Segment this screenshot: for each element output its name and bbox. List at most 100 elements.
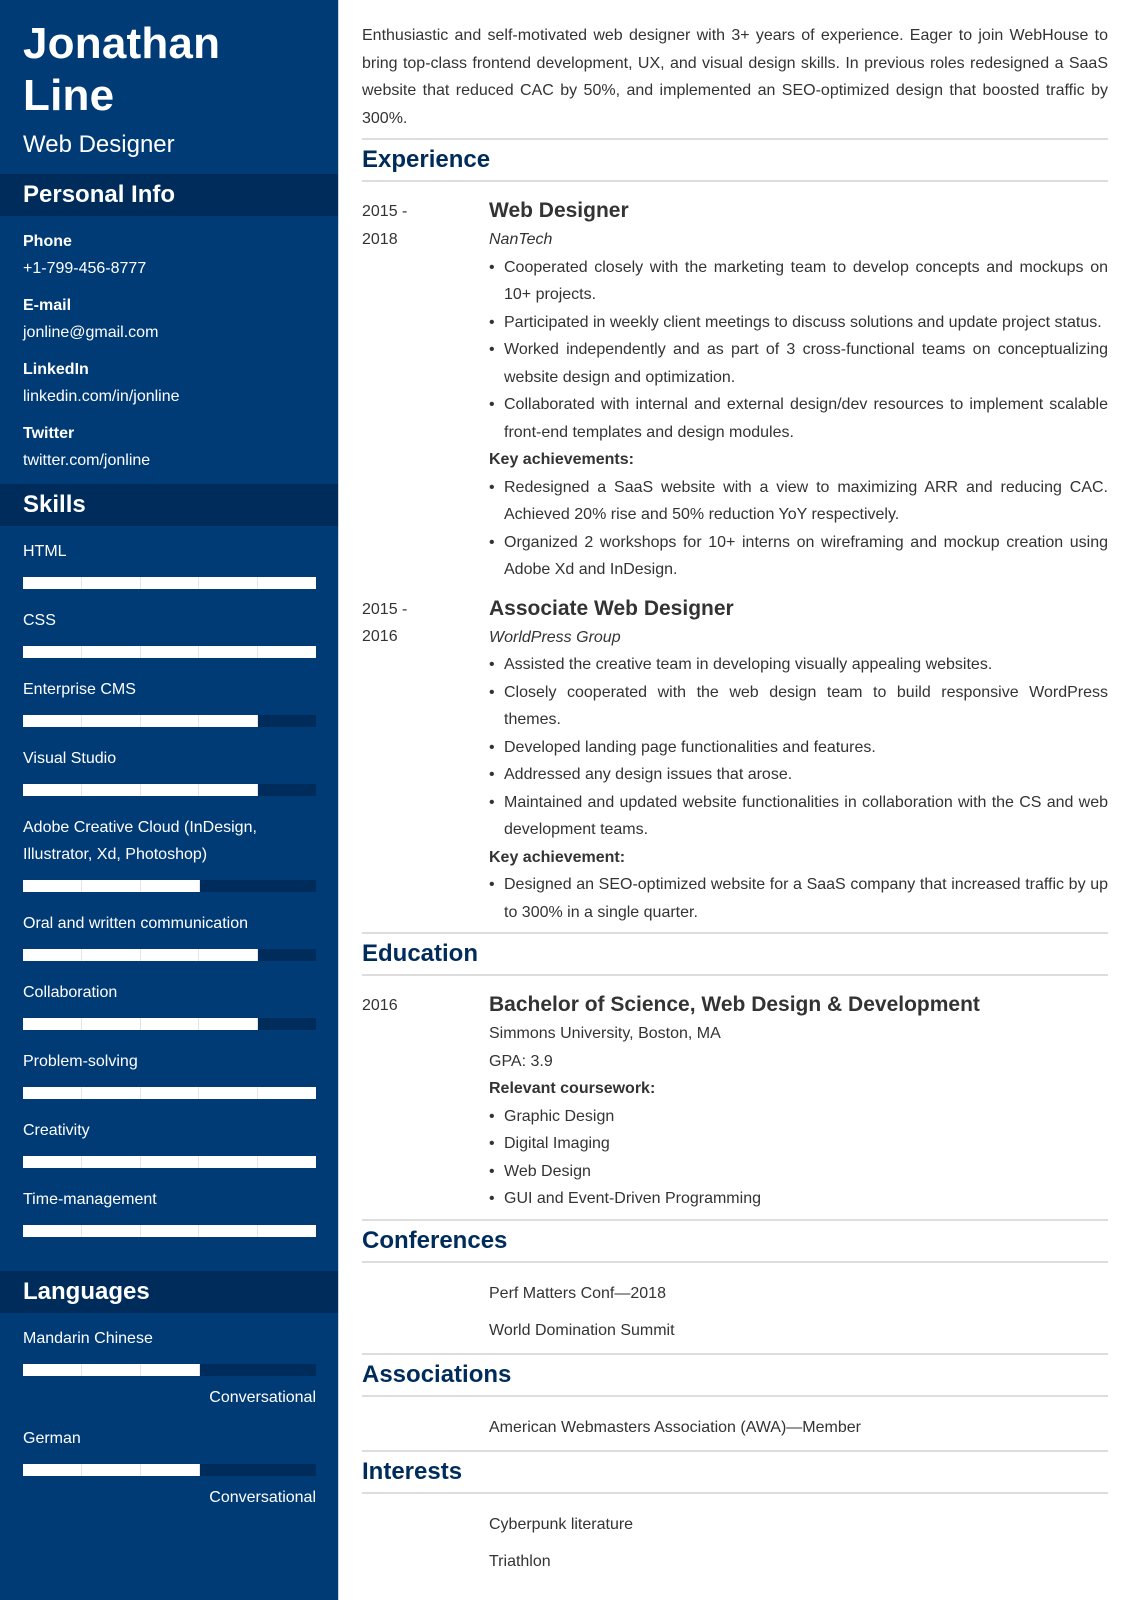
bar-segment-filled [23,1156,82,1168]
date-end: 2016 [362,628,398,645]
bar-segment-filled [199,577,259,589]
responsibilities-list: Assisted the creative team in developing… [489,651,1108,844]
main-content: Enthusiastic and self-motivated web desi… [362,22,1108,1584]
associations-section: Associations American Webmasters Associa… [362,1352,1108,1450]
list-item: Designed an SEO-optimized website for a … [489,871,1108,926]
conference-item: Perf Matters Conf—2018 [489,1284,666,1302]
skills-header: Skills [0,484,338,526]
info-item-twitter: Twitter twitter.com/jonline [23,420,315,474]
skill-name: Oral and written communication [23,915,248,932]
personal-info-header: Personal Info [0,174,338,216]
bar-segment-filled [199,1225,259,1237]
bar-segment-filled [140,646,200,658]
experience-entry: 2015 - 2018 Web Designer NanTech Cooperated … [362,196,1108,584]
coursework-list: Graphic DesignDigital ImagingWeb DesignG… [489,1103,1108,1213]
interest-item: Cyberpunk literature [489,1515,634,1533]
bar-segment-filled [258,1156,316,1168]
conferences-list: Perf Matters Conf—2018 World Domination S… [489,1263,1108,1353]
skill-item: Creativity [23,1117,316,1168]
conference-item: World Domination Summit [489,1321,675,1339]
achievements-list: Designed an SEO-optimized website for a … [489,871,1108,926]
skill-level-bar [23,784,316,796]
date-start: 2015 - [362,203,408,220]
responsibilities-list: Cooperated closely with the marketing te… [489,254,1108,447]
bar-segment-filled [23,577,82,589]
list-item: Redesigned a SaaS website with a view to… [489,474,1108,529]
date-end: 2018 [362,230,398,248]
summary: Enthusiastic and self-motivated web desi… [362,27,1108,127]
list-item: Graphic Design [489,1103,1108,1131]
bar-segment-filled [258,1087,316,1099]
skill-item: Problem-solving [23,1048,316,1099]
bar-segment-empty [200,1364,258,1376]
bar-segment-filled [23,715,82,727]
info-label: LinkedIn [23,361,89,378]
bar-segment-filled [23,1364,82,1376]
skill-item: Visual Studio [23,745,316,796]
skill-item: CSS [23,607,316,658]
experience-section: Experience 2015 - 2018 Web Designer NanTech… [362,138,1108,926]
bar-segment-filled [81,646,141,658]
education-entry: 2016 Bachelor of Science, Web Design & D… [362,990,1108,1213]
skill-name: Adobe Creative Cloud (InDesign, Illustra… [23,819,257,863]
list-item: Worked independently and as part of 3 cr… [489,336,1108,391]
skill-level-bar [23,577,316,589]
job-role: Associate Web Designer [489,596,734,620]
languages-list: Mandarin Chinese Conversational German Conv… [0,1313,338,1535]
bar-segment-filled [141,880,200,892]
bar-segment-filled [81,1087,141,1099]
language-item: Mandarin Chinese Conversational [23,1325,316,1411]
languages-header: Languages [0,1271,338,1313]
bar-segment-filled [140,949,200,961]
bar-segment-empty [258,784,316,796]
linkedin-link[interactable]: linkedin.com/in/jonline [23,383,315,410]
job-role: Web Designer [489,199,629,222]
skill-name: Problem-solving [23,1053,138,1070]
bar-segment-filled [199,949,259,961]
degree: Bachelor of Science, Web Design & Develo… [489,993,980,1016]
skill-name: Collaboration [23,984,118,1001]
bar-segment-filled [23,880,82,892]
skills-list: HTML CSS Enterprise CMS Visual Studio Adobe … [0,526,338,1271]
skill-level-bar [23,1156,316,1168]
info-item-email: E-mail jonline@gmail.com [23,292,315,346]
email-link[interactable]: jonline@gmail.com [23,319,315,346]
education-section: Education 2016 Bachelor of Science, Web … [362,932,1108,1213]
bar-segment-empty [258,1018,316,1030]
bar-segment-filled [199,784,259,796]
bar-segment-filled [23,1225,82,1237]
skill-level-bar [23,1087,316,1099]
divider [362,974,1108,976]
skill-level-bar [23,880,316,892]
list-item: Maintained and updated website functiona… [489,789,1108,844]
sidebar: Jonathan Line Web Designer Personal Info… [0,0,339,1600]
list-item: Web Design [489,1158,1108,1186]
experience-entry: 2015 - 2016 Associate Web Designer WorldPre… [362,594,1108,927]
skill-name: Visual Studio [23,750,117,767]
bar-segment-filled [258,1225,316,1237]
language-name: German [23,1430,81,1447]
list-item: Developed landing page functionalities a… [489,734,1108,762]
skill-level-bar [23,646,316,658]
bar-segment-filled [258,646,316,658]
interests-section: Interests Cyberpunk literature Triathlon [362,1449,1108,1584]
bar-segment-filled [140,1087,200,1099]
list-item: GUI and Event-Driven Programming [489,1185,1108,1213]
bar-segment-filled [199,646,259,658]
language-level: Conversational [209,1489,316,1506]
bar-segment-filled [81,715,141,727]
gpa: GPA: 3.9 [489,1052,553,1070]
bar-segment-empty [258,880,316,892]
bar-segment-filled [141,1364,200,1376]
list-item: Assisted the creative team in developing… [489,651,1108,679]
bar-segment-filled [82,880,141,892]
skill-level-bar [23,1225,316,1237]
conferences-section: Conferences Perf Matters Conf—2018 World … [362,1218,1108,1353]
section-title-experience: Experience [362,146,491,173]
twitter-link[interactable]: twitter.com/jonline [23,447,315,474]
last-name: Line [23,71,115,120]
associations-list: American Webmasters Association (AWA)—Me… [489,1397,1108,1450]
bar-segment-filled [81,577,141,589]
bar-segment-filled [140,784,200,796]
bar-segment-empty [200,1464,258,1476]
